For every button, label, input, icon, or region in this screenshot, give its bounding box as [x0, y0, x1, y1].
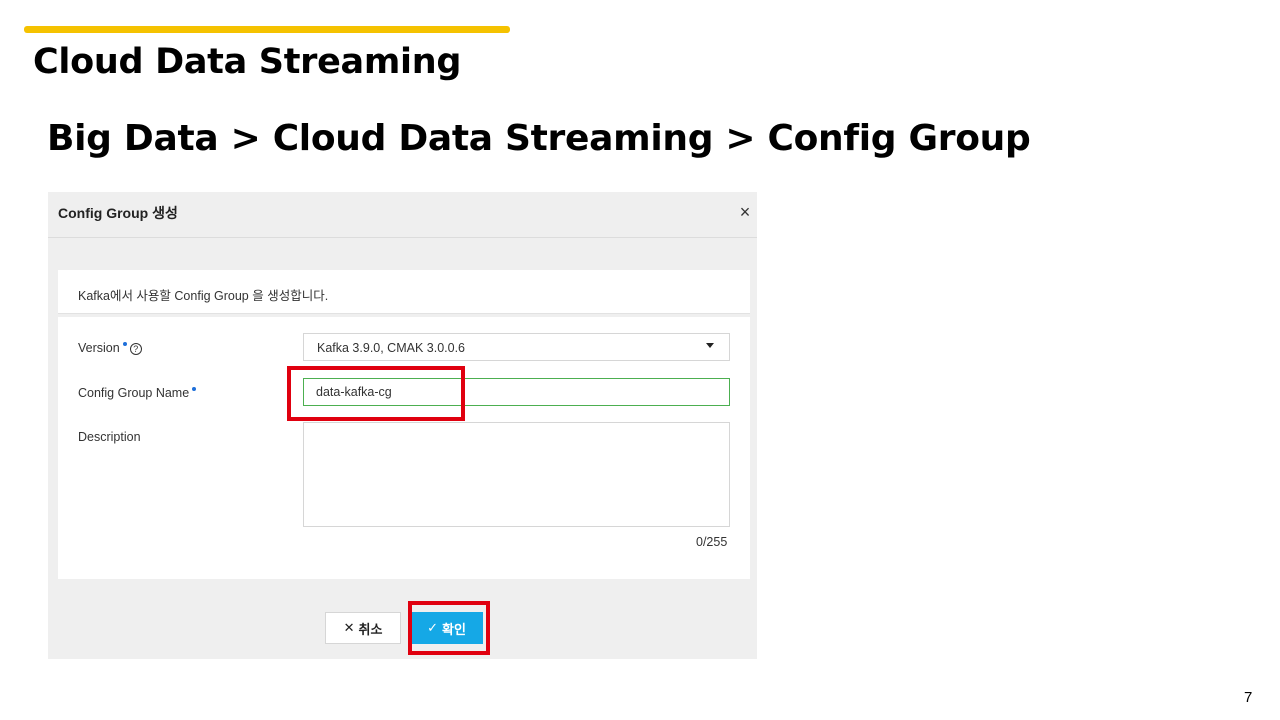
dialog-header: Config Group 생성 × — [48, 192, 757, 238]
description-textarea[interactable] — [303, 422, 730, 527]
x-icon: ✕ — [343, 620, 355, 636]
version-label-text: Version — [78, 341, 120, 355]
required-dot — [192, 387, 197, 391]
close-icon[interactable]: × — [736, 203, 754, 221]
config-group-name-label: Config Group Name — [78, 386, 197, 400]
highlight-confirm-button — [408, 601, 490, 655]
info-text: Kafka에서 사용할 Config Group 을 생성합니다. — [78, 289, 329, 303]
page-number: 7 — [1244, 689, 1253, 706]
version-select-value: Kafka 3.9.0, CMAK 3.0.0.6 — [317, 341, 465, 355]
config-group-name-label-text: Config Group Name — [78, 386, 190, 400]
cancel-button-label: 취소 — [358, 622, 383, 638]
breadcrumb: Big Data > Cloud Data Streaming > Config… — [47, 118, 1031, 159]
help-icon[interactable]: ? — [129, 342, 142, 355]
accent-bar — [24, 26, 510, 33]
cancel-button[interactable]: ✕ 취소 — [325, 612, 401, 644]
highlight-name-input — [287, 366, 465, 421]
description-char-count: 0/255 — [696, 535, 728, 549]
config-group-create-dialog: Config Group 생성 × Kafka에서 사용할 Config Gro… — [48, 192, 757, 659]
description-label: Description — [78, 430, 141, 444]
slide-title: Cloud Data Streaming — [33, 42, 462, 82]
version-select[interactable]: Kafka 3.9.0, CMAK 3.0.0.6 — [303, 333, 730, 361]
info-panel: Kafka에서 사용할 Config Group 을 생성합니다. — [58, 270, 750, 314]
form-panel: Version? Kafka 3.9.0, CMAK 3.0.0.6 Confi… — [58, 317, 750, 579]
required-dot — [122, 342, 127, 346]
version-label: Version? — [78, 341, 142, 355]
caret-down-icon — [706, 343, 714, 348]
dialog-title: Config Group 생성 — [58, 205, 178, 221]
